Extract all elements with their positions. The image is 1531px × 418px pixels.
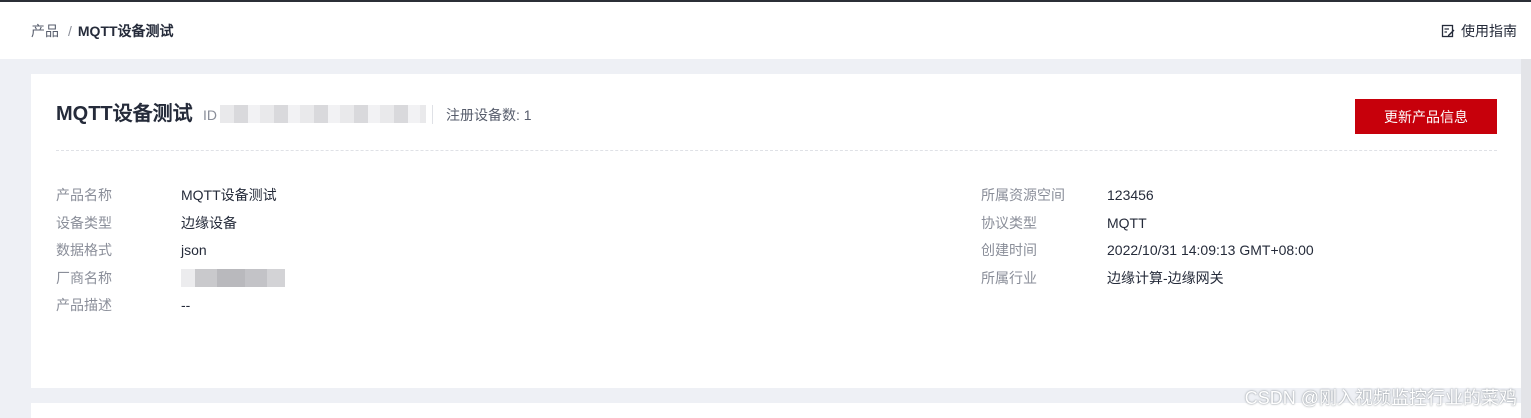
- edit-note-icon: [1441, 24, 1455, 38]
- detail-label: 设备类型: [56, 214, 112, 231]
- detail-label: 厂商名称: [56, 269, 112, 286]
- breadcrumb-separator: /: [68, 22, 72, 39]
- detail-label: 所属行业: [981, 269, 1037, 286]
- user-guide-label: 使用指南: [1461, 22, 1517, 39]
- detail-value: 边缘计算-边缘网关: [1107, 269, 1224, 286]
- breadcrumb-products-link[interactable]: 产品: [31, 21, 59, 41]
- detail-label: 创建时间: [981, 242, 1037, 259]
- vendor-name-redacted: [181, 268, 285, 287]
- breadcrumb-current: MQTT设备测试: [77, 22, 174, 39]
- detail-label: 所属资源空间: [981, 187, 1065, 203]
- breadcrumb: 产品 / MQTT设备测试: [31, 21, 174, 41]
- product-info-card: MQTT设备测试 ID 注册设备数: 1 更新产品信息 产品名称 MQTT设备测…: [31, 74, 1521, 388]
- detail-label: 产品描述: [56, 297, 112, 314]
- product-title: MQTT设备测试: [56, 103, 193, 125]
- detail-value: 123456: [1107, 187, 1154, 203]
- product-id-redacted: [220, 105, 426, 123]
- registered-device-count: 注册设备数: 1: [446, 107, 532, 123]
- detail-label: 数据格式: [56, 242, 112, 259]
- detail-label: 协议类型: [981, 214, 1037, 231]
- header-divider: [432, 105, 433, 124]
- page-header: 产品 / MQTT设备测试 使用指南: [0, 2, 1531, 59]
- watermark: CSDN @刚入视频监控行业的菜鸡: [1244, 388, 1517, 408]
- detail-value: --: [181, 297, 191, 314]
- detail-value: 2022/10/31 14:09:13 GMT+08:00: [1107, 242, 1314, 259]
- product-details-right: 所属资源空间 123456 协议类型 MQTT 创建时间 2022/10/31 …: [981, 183, 1314, 303]
- product-id-label: ID: [203, 107, 217, 123]
- update-product-info-button[interactable]: 更新产品信息: [1355, 99, 1497, 134]
- detail-label: 产品名称: [56, 187, 112, 203]
- product-info-header: MQTT设备测试 ID 注册设备数: 1 更新产品信息: [56, 74, 1497, 151]
- detail-value: MQTT设备测试: [181, 187, 277, 203]
- page-scrollbar[interactable]: [1521, 59, 1531, 418]
- detail-value: MQTT: [1107, 214, 1147, 231]
- product-details-left: 产品名称 MQTT设备测试 设备类型 边缘设备 数据格式 json 厂商名称 产…: [56, 183, 285, 331]
- detail-row-description: 产品描述 --: [56, 293, 285, 331]
- detail-value: 边缘设备: [181, 214, 237, 231]
- detail-row-industry: 所属行业 边缘计算-边缘网关: [981, 266, 1314, 304]
- user-guide-link[interactable]: 使用指南: [1441, 21, 1517, 41]
- detail-value: json: [181, 242, 207, 259]
